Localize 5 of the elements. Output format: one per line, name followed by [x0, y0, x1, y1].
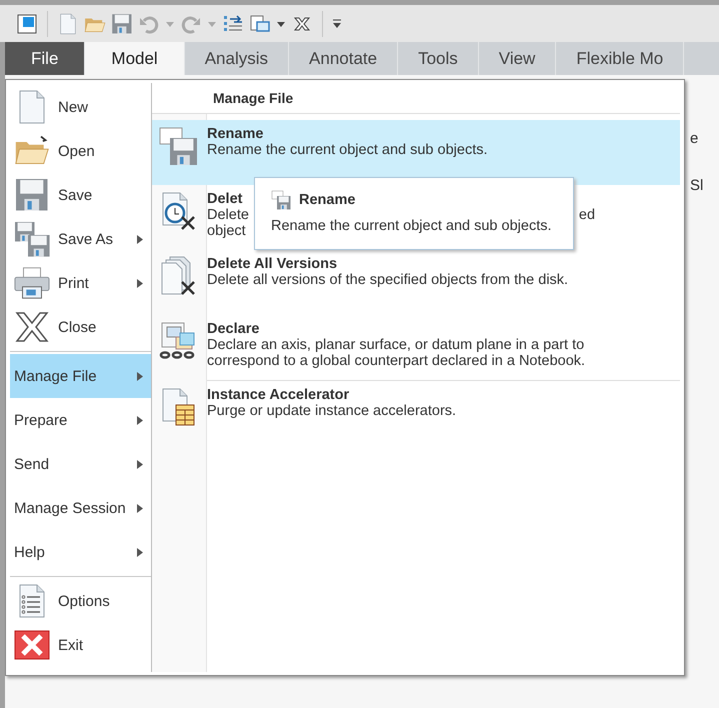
ribbon-label: Sl — [690, 177, 704, 194]
ribbon-label: e — [690, 130, 700, 147]
tooltip-text: Rename the current object and sub objects. — [271, 218, 552, 234]
tooltip-title: Rename — [299, 192, 356, 208]
submenu-title: Manage File — [152, 83, 680, 114]
